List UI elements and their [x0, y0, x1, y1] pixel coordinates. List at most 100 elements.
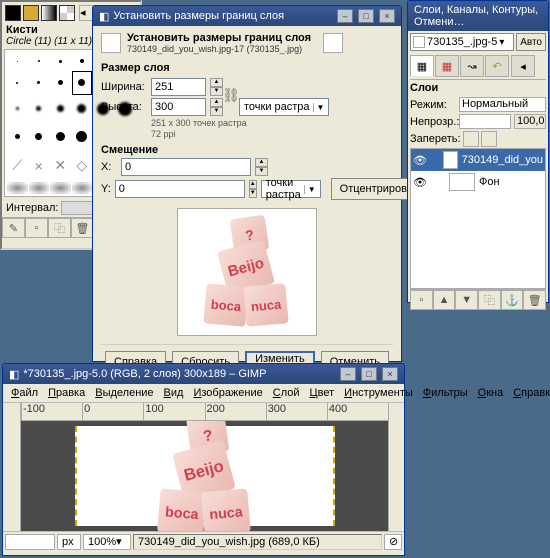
brush-item[interactable] — [72, 71, 93, 94]
brush-item[interactable] — [50, 52, 71, 70]
brush-item[interactable] — [72, 182, 93, 194]
canvas-image: ? Beijo boca nuca — [75, 426, 335, 526]
units-cell[interactable]: px — [57, 534, 81, 550]
minimize-button[interactable]: – — [337, 9, 353, 23]
width-label: Ширина: — [101, 81, 147, 93]
brush-item[interactable]: ◇ — [72, 151, 93, 180]
mode-combo[interactable]: Нормальный — [459, 97, 546, 112]
brush-item[interactable] — [7, 123, 28, 150]
duplicate-layer-button[interactable]: ⿻ — [478, 290, 501, 310]
new-brush-button[interactable]: ▫ — [25, 218, 48, 238]
visibility-icon[interactable]: 👁 — [413, 176, 427, 189]
brush-item[interactable] — [50, 96, 71, 122]
duplicate-brush-button[interactable]: ⿻ — [48, 218, 71, 238]
tab-layers[interactable]: ▦ — [410, 55, 434, 77]
brush-item[interactable] — [50, 71, 71, 94]
menu-выделение[interactable]: Выделение — [91, 386, 157, 400]
tab-paths[interactable]: ↝ — [460, 55, 484, 77]
bg-color-swatch[interactable] — [23, 5, 39, 21]
new-layer-button[interactable]: ▫ — [410, 290, 433, 310]
image-titlebar[interactable]: ◧ *730135_.jpg-5.0 (RGB, 2 слоя) 300x189… — [3, 364, 404, 384]
dock-title: Слои, Каналы, Контуры, Отмени… — [414, 4, 542, 28]
brush-item[interactable] — [7, 182, 28, 194]
tab-undo[interactable]: ↶ — [485, 55, 509, 77]
dock-titlebar[interactable]: Слои, Каналы, Контуры, Отмени… — [408, 1, 548, 31]
image-window-title: *730135_.jpg-5.0 (RGB, 2 слоя) 300x189 –… — [23, 368, 266, 380]
brush-item[interactable] — [72, 123, 93, 150]
visibility-icon[interactable]: 👁 — [413, 154, 427, 167]
opacity-value[interactable]: 100,0 — [514, 114, 546, 129]
menu-вид[interactable]: Вид — [160, 386, 188, 400]
menu-изображение[interactable]: Изображение — [189, 386, 266, 400]
menu-справка[interactable]: Справка — [509, 386, 550, 400]
brush-item[interactable]: × — [29, 151, 50, 180]
menu-фильтры[interactable]: Фильтры — [419, 386, 472, 400]
x-spinner[interactable]: ▲▼ — [255, 158, 268, 176]
units-combo[interactable]: точки растра ▼ — [239, 98, 329, 116]
brush-item[interactable] — [72, 52, 93, 70]
menu-файл[interactable]: Файл — [7, 386, 42, 400]
size-section-label: Размер слоя — [101, 62, 393, 74]
image-selector[interactable]: 730135_.jpg-5 ▾ — [410, 33, 514, 51]
minimize-button[interactable]: – — [340, 367, 356, 381]
pattern-swatch[interactable] — [59, 5, 75, 21]
zoom-combo[interactable]: 100% ▾ — [83, 534, 131, 550]
brush-item[interactable] — [50, 123, 71, 150]
offset-units-combo[interactable]: точки растра ▼ — [261, 180, 321, 198]
dialog-titlebar[interactable]: ◧ Установить размеры границ слоя – □ × — [93, 6, 401, 26]
gimp-icon: ◧ — [9, 368, 19, 381]
height-spinner[interactable]: ▲▼ — [210, 98, 223, 116]
y-spinner[interactable]: ▲▼ — [249, 180, 257, 198]
lock-alpha-icon[interactable] — [481, 131, 497, 147]
lower-layer-button[interactable]: ▼ — [455, 290, 478, 310]
brush-item[interactable] — [29, 182, 50, 194]
brush-item[interactable] — [29, 52, 50, 70]
gimp-icon: ◧ — [99, 10, 109, 23]
brush-item[interactable]: ✕ — [50, 151, 71, 180]
delete-brush-button[interactable]: 🗑 — [71, 218, 94, 238]
lock-pixels-icon[interactable] — [463, 131, 479, 147]
y-input[interactable] — [115, 180, 245, 198]
x-input[interactable] — [121, 158, 251, 176]
menu-правка[interactable]: Правка — [44, 386, 89, 400]
delete-layer-button[interactable]: 🗑 — [523, 290, 546, 310]
width-spinner[interactable]: ▲▼ — [210, 78, 223, 96]
brush-item[interactable] — [7, 71, 28, 94]
close-button[interactable]: × — [382, 367, 398, 381]
brush-item[interactable] — [50, 182, 71, 194]
chain-link-icon[interactable]: ⛓ — [223, 76, 239, 114]
auto-button[interactable]: Авто — [516, 33, 546, 51]
height-input[interactable] — [151, 98, 206, 116]
width-input[interactable] — [151, 78, 206, 96]
tab-channels[interactable]: ▦ — [435, 55, 459, 77]
brush-item[interactable] — [29, 123, 50, 150]
brush-item[interactable] — [29, 96, 50, 122]
image-thumb-icon — [413, 36, 425, 48]
layer-item-0[interactable]: 👁 730149_did_you — [411, 149, 545, 171]
maximize-button[interactable]: □ — [358, 9, 374, 23]
maximize-button[interactable]: □ — [361, 367, 377, 381]
canvas[interactable]: ? Beijo boca nuca — [21, 421, 388, 531]
tab-menu-icon[interactable]: ◂ — [511, 55, 535, 77]
fg-color-swatch[interactable] — [5, 5, 21, 21]
menu-цвет[interactable]: Цвет — [306, 386, 339, 400]
brush-item[interactable] — [7, 96, 28, 122]
vertical-scrollbar[interactable] — [388, 403, 404, 531]
raise-layer-button[interactable]: ▲ — [433, 290, 456, 310]
dock-tabs: ▦ ▦ ↝ ↶ ◂ — [410, 53, 546, 80]
units-value: точки растра — [244, 101, 310, 113]
brush-item[interactable] — [7, 52, 28, 70]
brush-item[interactable]: ⟋ — [7, 151, 28, 180]
menu-окна[interactable]: Окна — [474, 386, 508, 400]
edit-brush-button[interactable]: ✎ — [2, 218, 25, 238]
close-button[interactable]: × — [379, 9, 395, 23]
brush-item[interactable] — [29, 71, 50, 94]
cancel-icon[interactable]: ⊘ — [384, 534, 402, 550]
layer-item-1[interactable]: 👁 Фон — [411, 171, 545, 193]
brush-item[interactable] — [72, 96, 93, 122]
opacity-slider[interactable] — [459, 114, 511, 129]
menu-инструменты[interactable]: Инструменты — [340, 386, 417, 400]
gradient-swatch[interactable] — [41, 5, 57, 21]
menu-слой[interactable]: Слой — [269, 386, 304, 400]
anchor-layer-button[interactable]: ⚓ — [501, 290, 524, 310]
